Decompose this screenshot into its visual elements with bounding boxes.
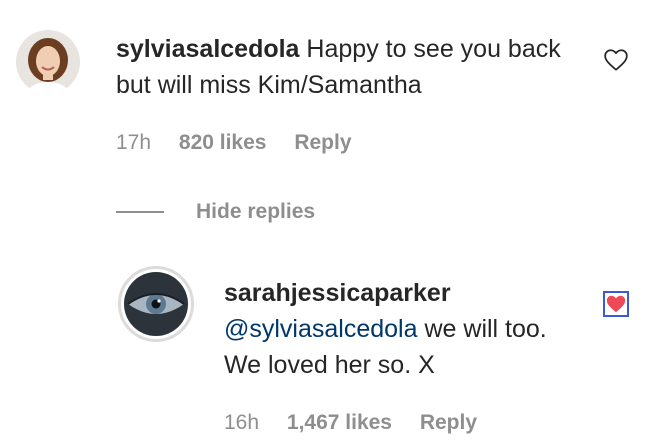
reply-time[interactable]: 16h: [224, 411, 259, 434]
reply-likes[interactable]: 1,467 likes: [287, 411, 392, 434]
reply-avatar[interactable]: [118, 266, 194, 342]
comment-time[interactable]: 17h: [116, 131, 151, 154]
heart-outline-icon[interactable]: [603, 47, 629, 73]
reply-mention-link[interactable]: @sylviasalcedola: [224, 315, 418, 343]
reply-reply-button[interactable]: Reply: [420, 411, 477, 434]
hide-replies-toggle[interactable]: Hide replies: [116, 199, 315, 225]
comments-panel: sylviasalcedola Happy to see you back bu…: [0, 0, 648, 448]
reply-body: sarahjessicaparker @sylviasalcedola we w…: [224, 275, 584, 383]
comment-username[interactable]: sylviasalcedola: [116, 35, 299, 63]
heart-filled-icon[interactable]: [603, 291, 629, 317]
comment-meta: 17h 820 likes Reply: [116, 131, 374, 155]
commenter-avatar[interactable]: [16, 30, 80, 94]
comment-likes[interactable]: 820 likes: [179, 131, 267, 154]
comment-body: sylviasalcedola Happy to see you back bu…: [116, 31, 576, 103]
comment-reply-button[interactable]: Reply: [294, 131, 351, 154]
reply-username[interactable]: sarahjessicaparker: [224, 279, 451, 307]
reply-meta: 16h 1,467 likes Reply: [224, 411, 499, 435]
hide-replies-label[interactable]: Hide replies: [196, 200, 315, 224]
divider-line: [116, 211, 164, 213]
